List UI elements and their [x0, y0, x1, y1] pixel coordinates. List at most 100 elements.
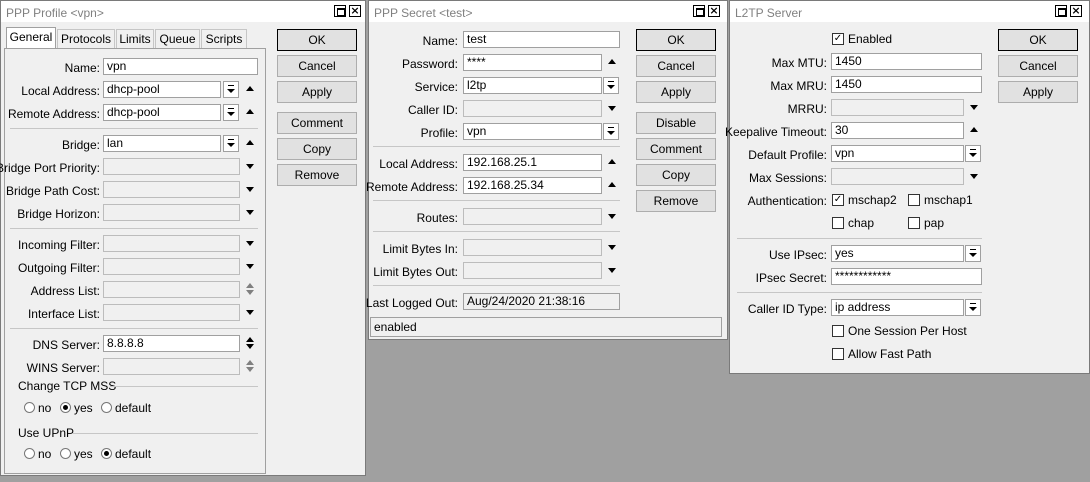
tab-queue[interactable]: Queue — [155, 29, 200, 49]
tab-general[interactable]: General — [6, 27, 56, 49]
ppp-secret-titlebar[interactable]: PPP Secret <test> × — [368, 0, 728, 22]
comment-button[interactable]: Comment — [277, 112, 357, 134]
secret-ok-button[interactable]: OK — [636, 29, 716, 51]
tab-scripts[interactable]: Scripts — [201, 29, 247, 49]
secret-comment-button[interactable]: Comment — [636, 138, 716, 160]
name-input[interactable]: vpn — [103, 58, 258, 75]
upnp-yes-radio[interactable] — [60, 448, 71, 459]
interface-list-down-icon[interactable] — [246, 310, 254, 315]
bridge-dropdown-icon[interactable] — [223, 135, 239, 152]
default-profile-dropdown-icon[interactable] — [965, 145, 981, 162]
remote-address-up-icon[interactable] — [246, 109, 254, 114]
address-list-down-icon[interactable] — [246, 290, 254, 295]
routes-input[interactable] — [463, 208, 602, 225]
chap-checkbox[interactable] — [832, 217, 844, 229]
close-icon[interactable]: × — [349, 5, 361, 17]
keepalive-timeout-input[interactable]: 30 — [831, 122, 964, 139]
incoming-filter-select[interactable] — [103, 235, 240, 252]
use-ipsec-dropdown-icon[interactable] — [965, 245, 981, 262]
caller-id-down-icon[interactable] — [608, 106, 616, 111]
mrru-down-icon[interactable] — [970, 105, 978, 110]
mschap1-checkbox[interactable] — [908, 194, 920, 206]
tab-protocols[interactable]: Protocols — [57, 29, 115, 49]
upnp-default-radio[interactable] — [101, 448, 112, 459]
dns-server-up-icon[interactable] — [246, 337, 254, 342]
tcp-mss-no-radio[interactable] — [24, 402, 35, 413]
secret-remove-button[interactable]: Remove — [636, 190, 716, 212]
ipsec-secret-input[interactable]: ************ — [831, 268, 982, 285]
apply-button[interactable]: Apply — [277, 81, 357, 103]
secret-local-address-up-icon[interactable] — [608, 159, 616, 164]
cancel-button[interactable]: Cancel — [277, 55, 357, 77]
limit-bytes-out-down-icon[interactable] — [608, 268, 616, 273]
close-icon[interactable]: × — [708, 5, 720, 17]
mrru-input[interactable] — [831, 99, 964, 116]
secret-remote-address-input[interactable]: 192.168.25.34 — [463, 177, 602, 194]
max-mtu-input[interactable]: 1450 — [831, 53, 982, 70]
secret-local-address-input[interactable]: 192.168.25.1 — [463, 154, 602, 171]
mschap2-checkbox[interactable]: ✓ — [832, 194, 844, 206]
service-dropdown-icon[interactable] — [603, 77, 619, 94]
secret-name-input[interactable]: test — [463, 31, 620, 48]
caller-id-type-dropdown-icon[interactable] — [965, 299, 981, 316]
upnp-no-radio[interactable] — [24, 448, 35, 459]
keepalive-timeout-up-icon[interactable] — [970, 127, 978, 132]
max-sessions-input[interactable] — [831, 168, 964, 185]
limit-bytes-out-input[interactable] — [463, 262, 602, 279]
dns-server-input[interactable]: 8.8.8.8 — [103, 335, 240, 352]
use-ipsec-select[interactable]: yes — [831, 245, 964, 262]
profile-select[interactable]: vpn — [463, 123, 602, 140]
outgoing-filter-select[interactable] — [103, 258, 240, 275]
bridge-port-priority-input[interactable] — [103, 158, 240, 175]
address-list-input[interactable] — [103, 281, 240, 298]
ppp-profile-titlebar-bg[interactable]: PPP Profile <vpn> × — [0, 0, 366, 22]
bridge-horizon-input[interactable] — [103, 204, 240, 221]
local-address-dropdown-icon[interactable] — [223, 81, 239, 98]
l2tp-apply-button[interactable]: Apply — [998, 81, 1078, 103]
secret-disable-button[interactable]: Disable — [636, 112, 716, 134]
bridge-path-cost-down-icon[interactable] — [246, 187, 254, 192]
limit-bytes-in-input[interactable] — [463, 239, 602, 256]
bridge-horizon-down-icon[interactable] — [246, 210, 254, 215]
enabled-checkbox[interactable]: ✓ — [832, 33, 844, 45]
tcp-mss-default-radio[interactable] — [101, 402, 112, 413]
incoming-filter-down-icon[interactable] — [246, 241, 254, 246]
caller-id-type-select[interactable]: ip address — [831, 299, 964, 316]
tcp-mss-yes-radio[interactable] — [60, 402, 71, 413]
secret-cancel-button[interactable]: Cancel — [636, 55, 716, 77]
service-select[interactable]: l2tp — [463, 77, 602, 94]
caller-id-input[interactable] — [463, 100, 602, 117]
pap-checkbox[interactable] — [908, 217, 920, 229]
maximize-icon[interactable] — [1055, 5, 1067, 17]
bridge-path-cost-input[interactable] — [103, 181, 240, 198]
secret-apply-button[interactable]: Apply — [636, 81, 716, 103]
l2tp-titlebar[interactable]: L2TP Server × — [729, 0, 1090, 22]
bridge-port-priority-down-icon[interactable] — [246, 164, 254, 169]
one-session-per-host-checkbox[interactable] — [832, 325, 844, 337]
local-address-select[interactable]: dhcp-pool — [103, 81, 221, 98]
l2tp-cancel-button[interactable]: Cancel — [998, 55, 1078, 77]
wins-server-input[interactable] — [103, 358, 240, 375]
close-icon[interactable]: × — [1070, 5, 1082, 17]
bridge-up-icon[interactable] — [246, 140, 254, 145]
password-input[interactable]: **** — [463, 54, 602, 71]
max-sessions-down-icon[interactable] — [970, 174, 978, 179]
copy-button[interactable]: Copy — [277, 138, 357, 160]
routes-down-icon[interactable] — [608, 214, 616, 219]
password-up-icon[interactable] — [608, 59, 616, 64]
ok-button[interactable]: OK — [277, 29, 357, 51]
interface-list-select[interactable] — [103, 304, 240, 321]
limit-bytes-in-down-icon[interactable] — [608, 245, 616, 250]
wins-server-down-icon[interactable] — [246, 367, 254, 372]
maximize-icon[interactable] — [334, 5, 346, 17]
address-list-up-icon[interactable] — [246, 283, 254, 288]
l2tp-ok-button[interactable]: OK — [998, 29, 1078, 51]
secret-copy-button[interactable]: Copy — [636, 164, 716, 186]
max-mru-input[interactable]: 1450 — [831, 76, 982, 93]
maximize-icon[interactable] — [693, 5, 705, 17]
secret-remote-address-up-icon[interactable] — [608, 182, 616, 187]
default-profile-select[interactable]: vpn — [831, 145, 964, 162]
profile-dropdown-icon[interactable] — [603, 123, 619, 140]
allow-fast-path-checkbox[interactable] — [832, 348, 844, 360]
bridge-select[interactable]: lan — [103, 135, 221, 152]
